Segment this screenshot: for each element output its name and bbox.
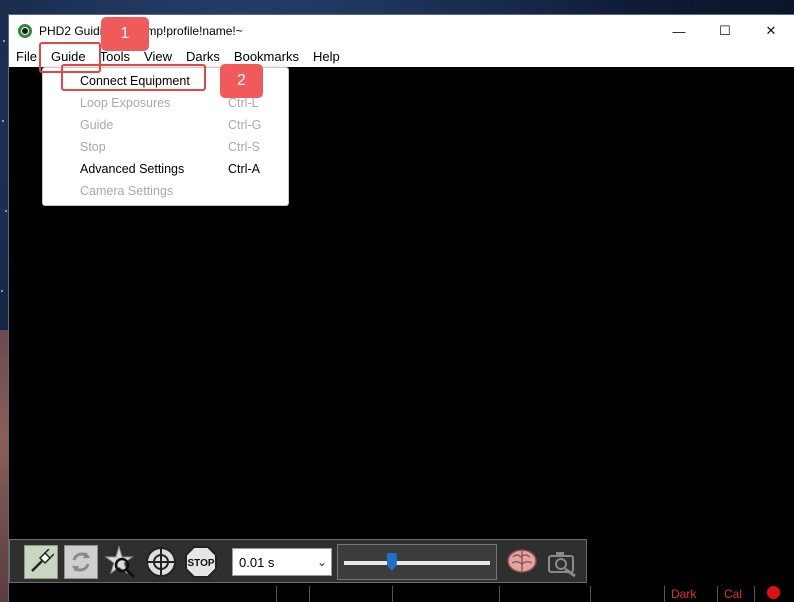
app-window: PHD2 Guiding - ..!temp!profile!name!~ — … — [9, 15, 794, 602]
status-divider — [590, 586, 591, 602]
menu-item-accelerator: Ctrl-A — [228, 162, 260, 176]
menu-item-stop: Stop Ctrl-S — [43, 136, 288, 158]
close-button[interactable]: ✕ — [748, 15, 794, 47]
status-bar: Dark Cal — [9, 583, 794, 602]
stop-button[interactable]: STOP — [184, 545, 218, 579]
status-divider — [754, 586, 755, 602]
status-divider — [499, 586, 500, 602]
exposure-value: 0.01 s — [239, 554, 275, 570]
camera-wrench-icon — [548, 552, 576, 578]
chevron-down-icon: ⌄ — [316, 555, 328, 569]
camera-settings-button — [545, 545, 579, 579]
guide-button[interactable] — [144, 545, 178, 579]
brain-icon — [507, 549, 537, 573]
menu-item-accelerator: Ctrl-L — [228, 96, 259, 110]
gamma-slider[interactable] — [337, 544, 497, 580]
connect-equipment-button[interactable] — [24, 545, 58, 579]
menu-item-label: Guide — [80, 118, 114, 132]
status-divider — [276, 586, 277, 602]
status-divider — [717, 586, 718, 602]
menu-help[interactable]: Help — [306, 47, 347, 67]
stop-sign-icon: STOP — [185, 546, 217, 578]
loop-button[interactable] — [64, 545, 98, 579]
brain-button[interactable] — [505, 545, 539, 579]
annotation-highlight-connect-equipment — [61, 64, 206, 91]
auto-select-star-button[interactable] — [104, 545, 138, 579]
star-magnifier-icon — [104, 545, 136, 579]
menu-item-label: Loop Exposures — [80, 96, 171, 110]
loop-arrows-icon — [72, 552, 90, 572]
menu-item-guide: Guide Ctrl-G — [43, 114, 288, 136]
maximize-button[interactable]: ☐ — [702, 15, 748, 47]
menu-item-advanced-settings[interactable]: Advanced Settings Ctrl-A — [43, 158, 288, 180]
gamma-slider-track — [344, 561, 490, 565]
menu-item-label: Advanced Settings — [80, 162, 185, 176]
annotation-number-2: 2 — [220, 64, 263, 98]
phd2-app-icon — [18, 24, 32, 38]
menu-item-camera-settings: Camera Settings — [43, 180, 288, 202]
dark-library-status: Dark — [671, 587, 697, 601]
exposure-duration-select[interactable]: 0.01 s ⌄ — [232, 548, 332, 576]
status-divider — [392, 586, 393, 602]
bottom-toolbar: STOP 0.01 s ⌄ — [9, 539, 587, 583]
status-divider — [309, 586, 310, 602]
gamma-slider-thumb[interactable] — [386, 553, 397, 571]
menu-item-label: Camera Settings — [80, 184, 174, 198]
crosshair-target-icon — [146, 547, 176, 577]
menu-item-accelerator: Ctrl-G — [228, 118, 262, 132]
menu-item-accelerator: Ctrl-S — [228, 140, 260, 154]
status-divider — [664, 586, 665, 602]
calibration-status: Cal — [724, 587, 743, 601]
usb-plug-icon — [31, 549, 54, 572]
minimize-button[interactable]: — — [656, 15, 702, 47]
menu-item-label: Stop — [80, 140, 106, 154]
connection-status-indicator — [767, 586, 780, 599]
svg-text:STOP: STOP — [187, 558, 214, 569]
annotation-number-1: 1 — [101, 17, 149, 51]
